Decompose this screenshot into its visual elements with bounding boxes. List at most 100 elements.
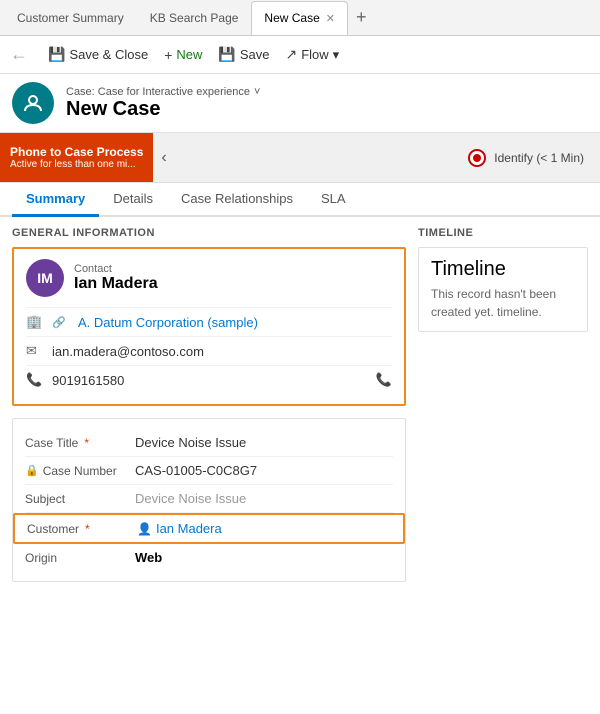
phone-icon: 📞 — [26, 372, 44, 388]
tab-new-case-label: New Case — [264, 11, 319, 25]
tab-kb-search-label: KB Search Page — [150, 11, 239, 25]
case-number-label-text: Case Number — [43, 464, 117, 478]
case-title-value[interactable]: Device Noise Issue — [135, 435, 393, 450]
customer-icon: 👤 — [137, 522, 152, 536]
browser-tab-bar: Customer Summary KB Search Page New Case… — [0, 0, 600, 36]
case-title-label: Case Title * — [25, 436, 135, 450]
contact-card: IM Contact Ian Madera 🏢 🔗 A. Datum Corpo… — [12, 247, 406, 406]
header-avatar — [12, 82, 54, 124]
contact-phone-row: 📞 9019161580 📞 — [26, 365, 392, 394]
case-fields-section: Case Title * Device Noise Issue 🔒 Case N… — [12, 418, 406, 582]
process-step-circle — [468, 149, 486, 167]
case-title-row: Case Title * Device Noise Issue — [25, 429, 393, 457]
timeline-empty-text: This record hasn't been created yet. tim… — [431, 285, 575, 321]
tab-case-relationships[interactable]: Case Relationships — [167, 183, 307, 217]
contact-email-row: ✉ ian.madera@contoso.com — [26, 336, 392, 365]
contact-avatar-initials: IM — [37, 270, 53, 286]
timeline-section: Timeline This record hasn't been created… — [418, 247, 588, 332]
contact-label: Contact — [74, 263, 158, 275]
tab-sla-label: SLA — [321, 191, 346, 206]
right-panel: TIMELINE Timeline This record hasn't bee… — [418, 227, 588, 582]
flow-dropdown-icon: ▾ — [333, 47, 340, 63]
new-icon: + — [164, 47, 172, 63]
subject-value[interactable]: Device Noise Issue — [135, 491, 393, 506]
main-content: GENERAL INFORMATION IM Contact Ian Mader… — [0, 217, 600, 592]
flow-button[interactable]: ↗ Flow ▾ — [285, 46, 339, 63]
lock-icon: 🔒 — [25, 464, 39, 477]
customer-required: * — [85, 522, 90, 536]
process-step-label: Identify (< 1 Min) — [494, 151, 584, 165]
case-title-required: * — [84, 436, 89, 450]
tab-summary[interactable]: Summary — [12, 183, 99, 217]
tab-customer-summary[interactable]: Customer Summary — [4, 1, 137, 35]
origin-label-text: Origin — [25, 551, 57, 565]
breadcrumb-dropdown-icon[interactable]: ˅ — [254, 86, 260, 98]
origin-row: Origin Web — [25, 544, 393, 571]
process-steps: Identify (< 1 Min) — [175, 149, 600, 167]
process-bar: Phone to Case Process Active for less th… — [0, 133, 600, 183]
toolbar: ← 💾 Save & Close + New 💾 Save ↗ Flow ▾ — [0, 36, 600, 74]
back-button[interactable]: ← — [10, 44, 28, 65]
building-icon: 🏢 — [26, 314, 44, 330]
email-icon: ✉ — [26, 343, 44, 359]
contact-avatar: IM — [26, 259, 64, 297]
contact-phone[interactable]: 9019161580 — [52, 373, 124, 388]
case-title-label-text: Case Title — [25, 436, 78, 450]
new-button[interactable]: + New — [164, 47, 202, 63]
contact-company-row: 🏢 🔗 A. Datum Corporation (sample) — [26, 307, 392, 336]
nav-tabs: Summary Details Case Relationships SLA — [0, 183, 600, 217]
process-label: Phone to Case Process Active for less th… — [0, 133, 153, 182]
customer-label: Customer * — [27, 522, 137, 536]
left-panel: GENERAL INFORMATION IM Contact Ian Mader… — [12, 227, 406, 582]
phone-call-icon[interactable]: 📞 — [376, 372, 392, 388]
case-number-value: CAS-01005-C0C8G7 — [135, 463, 393, 478]
tab-case-relationships-label: Case Relationships — [181, 191, 293, 206]
save-close-label: Save & Close — [69, 47, 148, 62]
origin-value: Web — [135, 550, 393, 565]
page-title: New Case — [66, 98, 260, 121]
customer-value[interactable]: 👤 Ian Madera — [137, 521, 391, 536]
process-step-inner — [473, 154, 481, 162]
case-number-row: 🔒 Case Number CAS-01005-C0C8G7 — [25, 457, 393, 485]
tab-new-case[interactable]: New Case ✕ — [251, 1, 348, 35]
tab-sla[interactable]: SLA — [307, 183, 360, 217]
timeline-title: Timeline — [431, 258, 575, 281]
save-icon: 💾 — [218, 46, 235, 63]
save-close-icon: 💾 — [48, 46, 65, 63]
process-title: Phone to Case Process — [10, 145, 143, 159]
tab-kb-search-page[interactable]: KB Search Page — [137, 1, 252, 35]
tab-details[interactable]: Details — [99, 183, 167, 217]
tab-customer-summary-label: Customer Summary — [17, 11, 124, 25]
timeline-section-title: TIMELINE — [418, 227, 588, 239]
save-button[interactable]: 💾 Save — [218, 46, 269, 63]
contact-email[interactable]: ian.madera@contoso.com — [52, 344, 204, 359]
subject-label-text: Subject — [25, 492, 65, 506]
contact-company-link[interactable]: A. Datum Corporation (sample) — [78, 315, 258, 330]
subject-label: Subject — [25, 492, 135, 506]
flow-icon: ↗ — [285, 46, 297, 63]
flow-label: Flow — [301, 47, 328, 62]
process-step-time: (< 1 Min) — [536, 151, 584, 165]
close-tab-icon[interactable]: ✕ — [326, 12, 335, 25]
subject-row: Subject Device Noise Issue — [25, 485, 393, 513]
case-number-label: 🔒 Case Number — [25, 464, 135, 478]
save-label: Save — [240, 47, 270, 62]
process-step-name: Identify — [494, 151, 533, 165]
breadcrumb: Case: Case for Interactive experience ˅ — [66, 86, 260, 98]
contact-name[interactable]: Ian Madera — [74, 275, 158, 293]
company-link-icon: 🔗 — [52, 316, 70, 329]
general-info-title: GENERAL INFORMATION — [12, 227, 406, 239]
customer-name: Ian Madera — [156, 521, 222, 536]
add-tab-button[interactable]: + — [348, 7, 375, 28]
header-info: Case: Case for Interactive experience ˅ … — [66, 86, 260, 121]
record-header: Case: Case for Interactive experience ˅ … — [0, 74, 600, 133]
contact-header: IM Contact Ian Madera — [26, 259, 392, 297]
process-subtitle: Active for less than one mi... — [10, 159, 143, 170]
save-close-button[interactable]: 💾 Save & Close — [48, 46, 148, 63]
breadcrumb-text: Case: Case for Interactive experience — [66, 86, 250, 98]
tab-details-label: Details — [113, 191, 153, 206]
new-label: New — [176, 47, 202, 62]
customer-label-text: Customer — [27, 522, 79, 536]
tab-summary-label: Summary — [26, 191, 85, 206]
process-collapse-button[interactable]: ‹ — [153, 133, 174, 182]
